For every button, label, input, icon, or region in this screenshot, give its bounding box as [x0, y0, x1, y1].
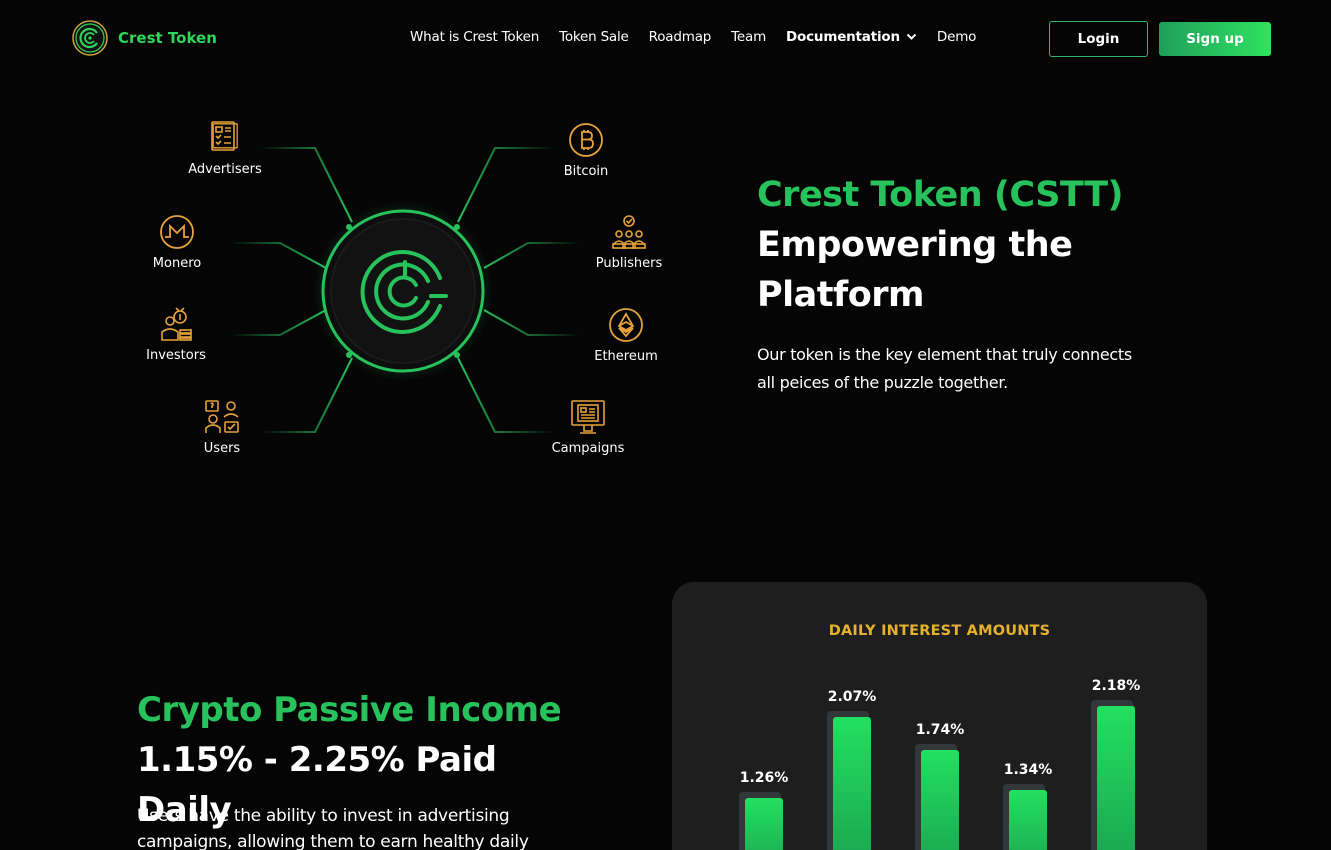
- node-label-monero: Monero: [152, 256, 202, 271]
- hero-description: Our token is the key element that truly …: [757, 345, 1132, 392]
- chart-bar-label-2: 2.07%: [828, 689, 877, 705]
- advertisers-icon: [211, 121, 238, 151]
- nav-links: What is Crest Token Token Sale Roadmap T…: [410, 29, 996, 45]
- monero-icon: [160, 215, 194, 249]
- chart-bar-4: [1009, 790, 1047, 850]
- node-label-advertisers: Advertisers: [188, 162, 262, 177]
- node-label-publishers: Publishers: [595, 256, 663, 271]
- chart-bar-label-4: 1.34%: [1004, 762, 1053, 778]
- chart-bar-label-5: 2.18%: [1092, 678, 1141, 694]
- diagram-node-campaigns: Campaigns: [528, 399, 648, 456]
- diagram-node-monero: Monero: [117, 214, 237, 271]
- node-label-ethereum: Ethereum: [594, 349, 658, 364]
- diagram-node-investors: Investors: [116, 306, 236, 363]
- top-navigation: Crest Token What is Crest Token Token Sa…: [0, 0, 1331, 78]
- chart-bar-3: [921, 750, 959, 850]
- chevron-down-icon: [906, 33, 917, 40]
- daily-interest-chart-card: DAILY INTEREST AMOUNTS 1.26% 2.07% 1.74% 1.…: [672, 582, 1207, 850]
- node-label-users: Users: [203, 441, 241, 456]
- income-description: Users have the ability to invest in adve…: [137, 806, 529, 850]
- token-ecosystem-diagram: Advertisers Monero Investors Users Bitco…: [130, 110, 690, 480]
- brand-logo[interactable]: Crest Token: [72, 20, 217, 56]
- chart-bar-label-1: 1.26%: [740, 770, 789, 786]
- login-button[interactable]: Login: [1049, 21, 1148, 57]
- nav-link-demo[interactable]: Demo: [937, 29, 977, 45]
- hero-title-token: Crest Token (CSTT): [757, 175, 1123, 215]
- nav-link-token-sale[interactable]: Token Sale: [559, 29, 629, 45]
- ethereum-icon: [609, 308, 643, 342]
- campaigns-icon: [571, 400, 605, 434]
- income-title-main: Crypto Passive Income: [137, 690, 562, 730]
- nav-link-what-is[interactable]: What is Crest Token: [410, 29, 539, 45]
- node-label-campaigns: Campaigns: [551, 441, 625, 456]
- nav-link-roadmap[interactable]: Roadmap: [649, 29, 712, 45]
- daily-interest-chart: 1.26% 2.07% 1.74% 1.34% 2.18%: [739, 678, 1141, 850]
- diagram-node-ethereum: Ethereum: [566, 307, 686, 364]
- diagram-node-advertisers: Advertisers: [165, 120, 285, 177]
- hero-title: Crest Token (CSTT) Empowering the Platfo…: [757, 170, 1177, 320]
- brand-name: Crest Token: [118, 29, 217, 47]
- diagram-node-publishers: Publishers: [569, 214, 689, 271]
- crest-token-logo-icon: [72, 20, 108, 56]
- node-label-investors: Investors: [146, 348, 206, 363]
- nav-link-team[interactable]: Team: [731, 29, 766, 45]
- hero-title-tagline: Empowering the Platform: [757, 225, 1073, 315]
- chart-bar-label-3: 1.74%: [916, 722, 965, 738]
- chart-bar-1: [745, 798, 783, 850]
- signup-button[interactable]: Sign up: [1159, 22, 1271, 56]
- bitcoin-icon: [569, 123, 603, 157]
- chart-bar-5: [1097, 706, 1135, 850]
- chart-bar-2: [833, 717, 871, 850]
- diagram-node-bitcoin: Bitcoin: [526, 122, 646, 179]
- diagram-node-users: Users: [162, 399, 282, 456]
- publishers-icon: [612, 215, 646, 249]
- documentation-label: Documentation: [786, 29, 900, 45]
- users-icon: [205, 400, 239, 433]
- node-label-bitcoin: Bitcoin: [563, 164, 609, 179]
- nav-dropdown-documentation[interactable]: Documentation: [786, 29, 917, 45]
- investors-icon: [161, 307, 192, 341]
